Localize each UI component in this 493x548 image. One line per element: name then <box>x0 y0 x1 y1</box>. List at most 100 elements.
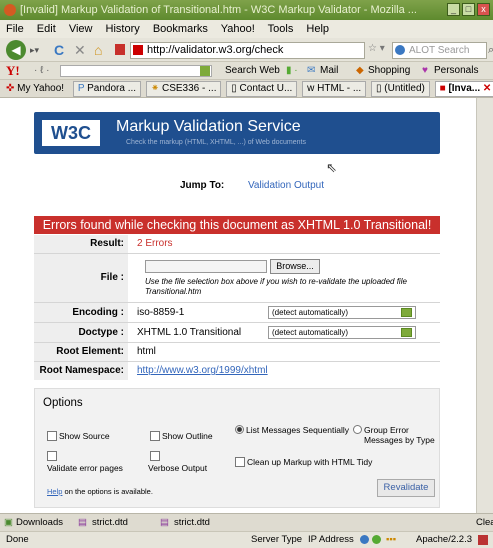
yahoo-widget-icon[interactable]: ▮ · <box>286 62 298 80</box>
list-sequential-radio[interactable] <box>235 425 244 434</box>
yahoo-logo[interactable]: Y! <box>6 62 20 80</box>
verbose-output-checkbox[interactable] <box>150 451 160 461</box>
firefox-icon <box>4 4 16 16</box>
menu-help[interactable]: Help <box>306 23 329 35</box>
root-namespace-link[interactable]: http://www.w3.org/1999/xhtml <box>131 362 440 380</box>
maximize-button[interactable]: □ <box>462 3 475 16</box>
tab-invalid-active[interactable]: ■ [Inva... ✕ <box>434 81 493 97</box>
search-go-icon[interactable]: ⌕ <box>488 44 493 57</box>
stop-icon[interactable]: ✕ <box>74 41 86 59</box>
chevron-down-icon[interactable] <box>401 308 412 317</box>
tab-untitled[interactable]: ▯ (Untitled) <box>370 81 430 97</box>
chevron-down-icon[interactable] <box>401 328 412 337</box>
revalidate-button[interactable]: Revalidate <box>377 479 435 497</box>
yahoo-personals[interactable]: Personals <box>434 62 478 80</box>
bookmark-my-yahoo[interactable]: ✜ My Yahoo! <box>2 80 68 97</box>
search-engine-icon[interactable] <box>395 45 405 55</box>
list-sequential-label: List Messages Sequentially <box>246 425 350 435</box>
group-by-type-radio[interactable] <box>353 425 362 434</box>
status-bar: Done Server Type IP Address ▪▪▪ Apache/2… <box>0 531 493 548</box>
service-subtitle: Check the markup (HTML, XHTML, ...) of W… <box>126 139 306 146</box>
vertical-scrollbar[interactable] <box>476 98 493 513</box>
root-element-value: html <box>137 346 156 357</box>
url-bar[interactable]: http://validator.w3.org/check <box>130 42 365 59</box>
window-title-bar: [Invalid] Markup Validation of Transitio… <box>0 0 493 20</box>
options-panel: Options Show Source Show Outline List Me… <box>34 388 440 508</box>
menu-tools[interactable]: Tools <box>268 23 294 35</box>
download-file-1[interactable]: strict.dtd <box>92 514 128 531</box>
globe-icon <box>360 535 369 544</box>
back-arrow-icon[interactable]: ◀ <box>6 40 26 60</box>
service-title: Markup Validation Service <box>116 118 301 135</box>
download-file-2[interactable]: strict.dtd <box>174 514 210 531</box>
jump-to-label: Jump To: <box>180 180 225 191</box>
root-namespace-label: Root Namespace: <box>34 362 128 380</box>
forward-dropdown-icon[interactable]: ▸▾ <box>30 41 39 59</box>
security-icon <box>372 535 381 544</box>
options-title: Options <box>43 397 83 409</box>
menu-edit[interactable]: Edit <box>37 23 56 35</box>
menu-bar: File Edit View History Bookmarks Yahoo! … <box>0 20 493 38</box>
home-icon[interactable]: ⌂ <box>94 41 102 59</box>
mail-icon: ✉ <box>307 65 316 76</box>
tab-cse336[interactable]: ⁕ CSE336 - ... <box>145 81 222 97</box>
yahoo-menu-icon[interactable]: · ℓ · <box>34 62 49 80</box>
yahoo-shopping[interactable]: Shopping <box>368 62 410 80</box>
search-input[interactable]: ALOT Search <box>392 42 487 59</box>
cleanup-tidy-checkbox[interactable] <box>235 457 245 467</box>
help-text: on the options is available. <box>64 487 153 496</box>
tab-pandora[interactable]: P Pandora ... <box>72 81 142 97</box>
validate-error-pages-checkbox[interactable] <box>47 451 57 461</box>
file-note: Use the file selection box above if you … <box>145 277 407 296</box>
validator-banner: W3C Markup Validation Service Check the … <box>34 112 440 154</box>
menu-file[interactable]: File <box>6 23 24 35</box>
show-outline-label: Show Outline <box>162 431 213 441</box>
tab-html[interactable]: w HTML - ... <box>302 81 367 97</box>
window-title: [Invalid] Markup Validation of Transitio… <box>20 4 417 16</box>
file-label: File : <box>34 254 128 302</box>
clear-downloads-button[interactable]: Clea <box>476 514 493 531</box>
menu-bookmarks[interactable]: Bookmarks <box>153 23 208 35</box>
menu-view[interactable]: View <box>69 23 93 35</box>
tab-contact[interactable]: ▯ Contact U... <box>226 81 298 97</box>
navigation-toolbar: ◀ ▸▾ C ✕ ⌂ http://validator.w3.org/check… <box>0 38 493 62</box>
w3c-favicon-icon <box>115 44 125 55</box>
bookmark-star-icon[interactable]: ☆ ▾ <box>368 43 385 54</box>
show-outline-checkbox[interactable] <box>150 431 160 441</box>
help-link[interactable]: Help <box>47 487 62 496</box>
personals-icon: ♥ <box>422 65 428 76</box>
page-content: W3C Markup Validation Service Check the … <box>0 98 476 513</box>
yahoo-search-dropdown-icon[interactable] <box>200 66 210 76</box>
yahoo-mail[interactable]: Mail <box>320 62 338 80</box>
yahoo-search-field[interactable] <box>60 65 212 77</box>
close-window-button[interactable]: x <box>477 3 490 16</box>
server-type-label: Server Type <box>251 534 303 545</box>
doctype-select[interactable]: (detect automatically) <box>268 326 416 339</box>
menu-history[interactable]: History <box>106 23 140 35</box>
file-icon: ▤ <box>78 517 87 528</box>
menu-yahoo[interactable]: Yahoo! <box>221 23 255 35</box>
root-element-label: Root Element: <box>34 343 128 361</box>
w3c-logo[interactable]: W3C <box>40 118 102 148</box>
yahoo-toolbar: Y! · ℓ · Search Web ▮ · ✉ Mail ◆ Shoppin… <box>0 62 493 80</box>
downloads-icon: ▣ <box>4 517 13 528</box>
browse-button[interactable]: Browse... <box>270 259 320 274</box>
doctype-label: Doctype : <box>34 323 128 342</box>
cleanup-tidy-label: Clean up Markup with HTML Tidy <box>247 457 373 467</box>
ip-address-label: IP Address <box>308 534 354 545</box>
group-by-type-label: Group Error Messages by Type <box>364 425 435 445</box>
error-banner: Errors found while checking this documen… <box>34 216 440 234</box>
shopping-icon: ◆ <box>356 65 364 76</box>
encoding-select[interactable]: (detect automatically) <box>268 306 416 319</box>
validation-output-link[interactable]: Validation Output <box>248 180 324 191</box>
file-path-input[interactable] <box>145 260 267 273</box>
reload-icon[interactable]: C <box>54 41 64 59</box>
minimize-button[interactable]: _ <box>447 3 460 16</box>
status-text: Done <box>6 534 29 545</box>
addon-icon: ▪▪▪ <box>386 534 397 545</box>
addon-red-icon <box>478 535 488 545</box>
validate-error-pages-label: Validate error pages <box>47 463 123 473</box>
downloads-label[interactable]: Downloads <box>16 514 63 531</box>
show-source-checkbox[interactable] <box>47 431 57 441</box>
yahoo-search-web[interactable]: Search Web <box>225 62 280 80</box>
